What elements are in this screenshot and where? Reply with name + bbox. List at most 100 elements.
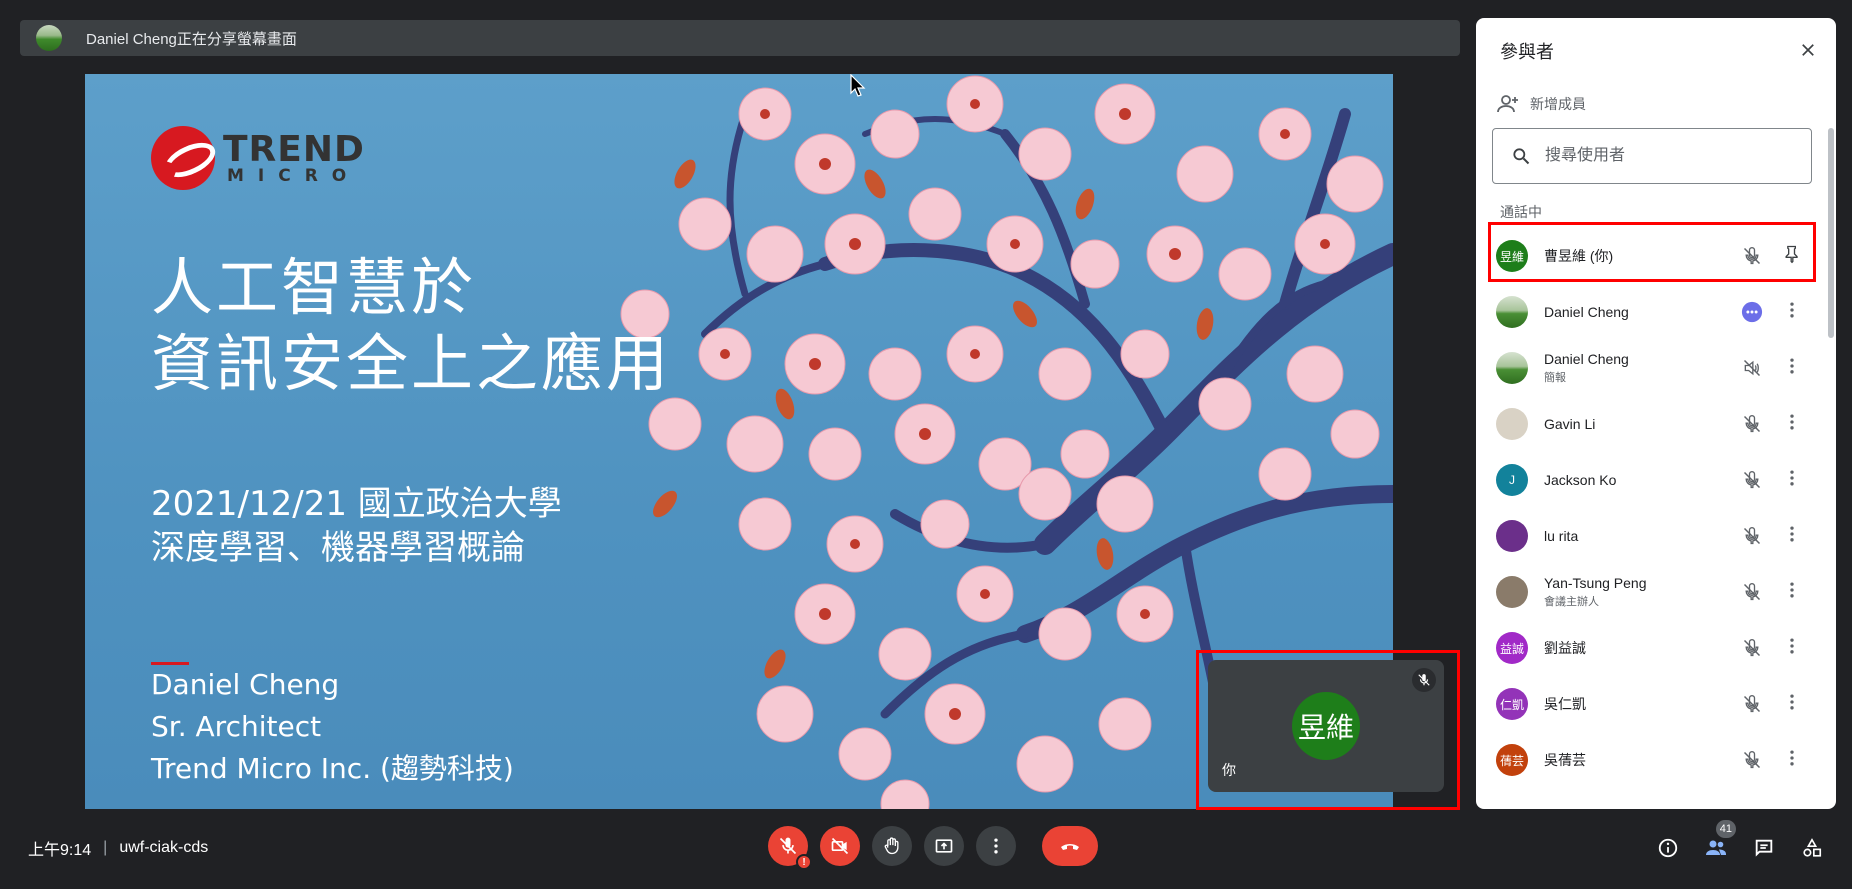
participant-options-button[interactable] [1780, 356, 1804, 380]
chat-button[interactable] [1746, 830, 1782, 866]
more-vert-icon [1782, 748, 1802, 773]
more-vert-icon [1782, 580, 1802, 605]
participant-options-button[interactable] [1780, 412, 1804, 436]
close-icon[interactable] [1794, 36, 1822, 64]
participants-button[interactable]: 41 [1698, 820, 1736, 866]
participant-options-button[interactable] [1780, 636, 1804, 660]
participant-avatar: 仁凱 [1496, 688, 1528, 720]
mic-muted-icon [1740, 580, 1764, 604]
meeting-info: 上午9:14 | uwf-ciak-cds [28, 836, 208, 860]
participant-name: Daniel Cheng [1544, 304, 1629, 320]
present-screen-button[interactable] [924, 826, 964, 866]
participant-avatar [1496, 520, 1528, 552]
mic-off-icon [779, 837, 797, 855]
slide-subtitle-line: 深度學習、機器學習概論 [151, 528, 525, 568]
more-vert-icon [1782, 524, 1802, 549]
leave-call-button[interactable] [1042, 826, 1098, 866]
participant-row[interactable]: lu rita [1476, 508, 1820, 564]
more-vert-icon [1782, 636, 1802, 661]
share-banner: Daniel Cheng正在分享螢幕畫面 [20, 20, 1460, 56]
warning-icon: ! [796, 854, 812, 870]
section-label-in-call: 通話中 [1500, 204, 1542, 220]
participant-name: Yan-Tsung Peng [1544, 575, 1647, 591]
participant-options-button[interactable] [1780, 692, 1804, 716]
search-field[interactable] [1492, 128, 1812, 184]
more-vert-icon [1782, 300, 1802, 325]
trend-micro-logo: TREND MICRO [151, 126, 365, 190]
volume-off-icon [1740, 356, 1764, 380]
participant-options-button[interactable] [1780, 580, 1804, 604]
participant-name: 吳仁凱 [1544, 696, 1586, 712]
participant-row[interactable]: Yan-Tsung Peng 會議主辦人 [1476, 564, 1820, 620]
participant-name: Jackson Ko [1544, 472, 1617, 488]
hand-icon [884, 837, 899, 855]
mic-muted-icon [1740, 468, 1764, 492]
participant-name: lu rita [1544, 528, 1579, 544]
speaking-indicator-icon [1740, 300, 1764, 324]
participants-panel: 參與者 新增成員 通話中 昱維曹昱維 (你)Daniel ChengDaniel… [1476, 18, 1836, 809]
participant-avatar [1496, 408, 1528, 440]
more-options-button[interactable] [976, 826, 1016, 866]
panel-scrollbar[interactable] [1828, 128, 1834, 338]
more-vert-icon [1782, 356, 1802, 381]
add-person-icon [1497, 95, 1518, 113]
participant-options-button[interactable] [1780, 748, 1804, 772]
presenter-avatar [36, 25, 62, 51]
more-vert-icon [1782, 692, 1802, 717]
call-controls: ! [768, 826, 1110, 870]
slide-title-line: 人工智慧於 [151, 251, 477, 324]
participant-list: 昱維 曹昱維 (你) Daniel Cheng Daniel Cheng 簡報 Gavin… [1476, 228, 1820, 788]
participant-role: 簡報 [1544, 372, 1566, 384]
author-company: Trend Micro Inc. (趨勢科技) [151, 752, 514, 785]
participant-avatar: 益誠 [1496, 632, 1528, 664]
participant-row[interactable]: 仁凱 吳仁凱 [1476, 676, 1820, 732]
slide-subtitle: 2021/12/21 國立政治大學 深度學習、機器學習概論 [151, 482, 562, 570]
slide-author-block: Daniel Cheng Sr. Architect Trend Micro I… [151, 664, 514, 790]
hang-up-icon [1061, 844, 1079, 850]
info-icon [1658, 838, 1678, 858]
mouse-cursor-icon [850, 74, 866, 97]
camera-off-icon [831, 837, 849, 855]
trend-micro-logo-mark [151, 126, 215, 190]
search-icon [1513, 148, 1530, 165]
participant-avatar [1496, 576, 1528, 608]
slide-title-line: 資訊安全上之應用 [151, 327, 672, 400]
participant-options-button[interactable] [1780, 300, 1804, 324]
participant-row[interactable]: 蒨芸 吳蒨芸 [1476, 732, 1820, 788]
participant-row[interactable]: Daniel Cheng 簡報 [1476, 340, 1820, 396]
meeting-details-button[interactable] [1650, 830, 1686, 866]
shapes-icon [1803, 838, 1822, 857]
more-vert-icon [994, 838, 998, 854]
mic-muted-icon [1740, 636, 1764, 660]
author-name: Daniel Cheng [151, 668, 340, 701]
participant-row[interactable]: Gavin Li [1476, 396, 1820, 452]
raise-hand-button[interactable] [872, 826, 912, 866]
participants-count-badge: 41 [1715, 820, 1736, 838]
more-vert-icon [1782, 412, 1802, 437]
meeting-code: uwf-ciak-cds [119, 839, 209, 856]
mic-muted-icon [1740, 748, 1764, 772]
participant-role: 會議主辦人 [1544, 596, 1599, 608]
participant-row[interactable]: J Jackson Ko [1476, 452, 1820, 508]
camera-toggle-button[interactable] [820, 826, 860, 866]
separator: | [103, 839, 108, 856]
highlight-box [1488, 222, 1816, 282]
chat-icon [1755, 839, 1773, 857]
add-member-button[interactable]: 新增成員 [1496, 92, 1586, 116]
search-input[interactable] [1543, 146, 1793, 166]
highlight-box [1196, 650, 1460, 810]
activities-button[interactable] [1794, 830, 1830, 866]
microphone-toggle-button[interactable]: ! [768, 826, 812, 870]
slide-subtitle-line: 2021/12/21 國立政治大學 [151, 484, 562, 524]
participant-name: 吳蒨芸 [1544, 752, 1586, 768]
participant-avatar [1496, 296, 1528, 328]
participant-row[interactable]: Daniel Cheng [1476, 284, 1820, 340]
logo-micro-text: MICRO [227, 165, 361, 186]
present-icon [935, 839, 953, 853]
participant-row[interactable]: 益誠 劉益誠 [1476, 620, 1820, 676]
slide-title: 人工智慧於 資訊安全上之應用 [151, 250, 671, 402]
participant-options-button[interactable] [1780, 468, 1804, 492]
logo-trend-text: TREND [223, 128, 365, 170]
participant-options-button[interactable] [1780, 524, 1804, 548]
mic-muted-icon [1740, 692, 1764, 716]
